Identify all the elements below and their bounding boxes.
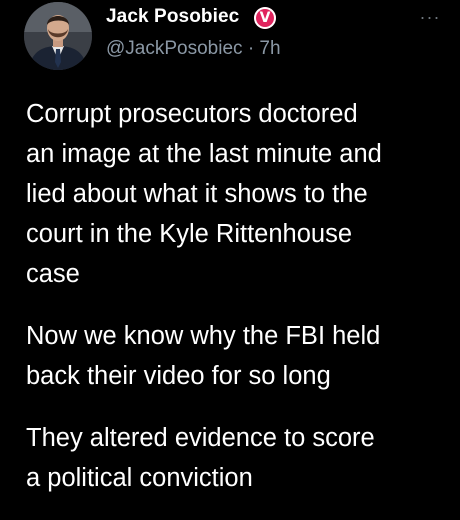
verified-badge-icon: V [254,7,276,29]
tweet-time[interactable]: 7h [259,38,280,59]
separator: · [247,38,255,59]
author-name[interactable]: Jack Posobiec [106,6,239,28]
avatar-photo [24,2,92,70]
avatar[interactable] [24,2,92,70]
handle-row: @JackPosobiec · 7h [106,38,281,60]
tweet-body: Corrupt prosecutors doctored an image at… [26,94,446,520]
tweet: Jack Posobiec V @JackPosobiec · 7h ··· C… [0,0,460,500]
author-handle[interactable]: @JackPosobiec [106,38,243,59]
tweet-paragraph: Now we know why the FBI held back their … [26,322,381,390]
more-horizontal-icon[interactable]: ··· [416,8,444,36]
tweet-paragraph: They altered evidence to score a politic… [26,424,375,492]
tweet-paragraph: Corrupt prosecutors doctored an image at… [26,100,382,288]
